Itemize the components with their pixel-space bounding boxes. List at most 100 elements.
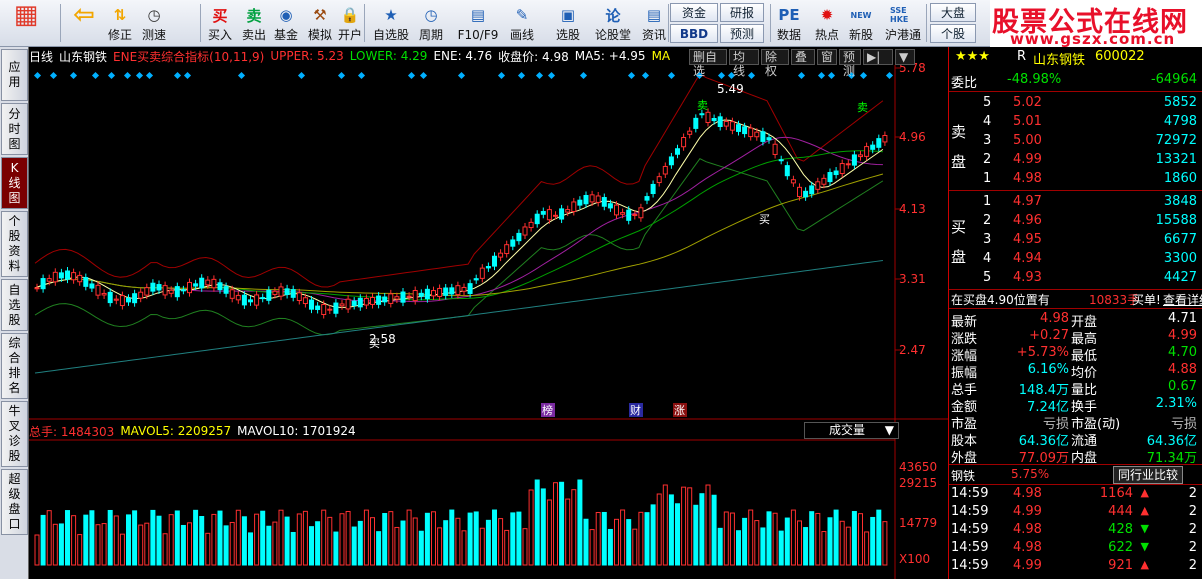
volume-bar bbox=[199, 516, 205, 566]
toolbar-sim-button[interactable]: ⚒ 模拟 bbox=[306, 3, 334, 44]
candle-body bbox=[443, 287, 449, 296]
candle-body bbox=[394, 296, 400, 300]
candle-body bbox=[662, 165, 668, 175]
price-volume-svg[interactable]: 5.784.964.133.312.47436502921514779X1005… bbox=[29, 47, 948, 579]
toolbar-hk-button[interactable]: SSE HKE 沪港通 bbox=[884, 3, 922, 44]
toolbar-news-button[interactable]: ▤ 资讯 bbox=[638, 3, 670, 44]
candle-body bbox=[193, 283, 199, 287]
ask-row[interactable]: 1 4.98 1860 bbox=[949, 170, 1202, 189]
bid-row[interactable]: 5 4.93 4427 bbox=[949, 269, 1202, 288]
toolbar-separator bbox=[770, 4, 771, 42]
tick-price: 4.98 bbox=[1013, 486, 1042, 501]
tick-count: 2 bbox=[1188, 522, 1197, 537]
bid-row[interactable]: 2 4.96 15588 bbox=[949, 212, 1202, 231]
forecast-button[interactable]: 预测 bbox=[720, 24, 764, 43]
kline-chart-panel[interactable]: 日线 山东钢铁 ENE买卖综合指标(10,11,9) UPPER: 5.23 L… bbox=[29, 47, 948, 579]
candle-body bbox=[559, 208, 565, 220]
event-marker-label: 财 bbox=[630, 403, 641, 417]
toolbar-account-button[interactable]: 🔒 开户 bbox=[336, 3, 364, 44]
chart-tool-button-2[interactable]: 除权 bbox=[761, 49, 789, 78]
chart-tool-button-1[interactable]: 均线 bbox=[729, 49, 759, 78]
volume-indicator-select[interactable]: 成交量 ▼ bbox=[804, 422, 899, 439]
candle-body bbox=[601, 197, 607, 207]
side-tab-5[interactable]: 综合排名 bbox=[1, 333, 28, 399]
chart-tool-button-3[interactable]: 叠 bbox=[791, 49, 815, 65]
capital-flow-button[interactable]: 资金 bbox=[670, 3, 718, 22]
toolbar-ipo-button[interactable]: NEW 新股 bbox=[846, 3, 876, 44]
toolbar-back-button[interactable]: ⇦ bbox=[70, 0, 98, 44]
toolbar-button-label: 热点 bbox=[814, 28, 839, 42]
ask-row[interactable]: 4 5.01 4798 bbox=[949, 113, 1202, 132]
volume-bar bbox=[46, 510, 52, 566]
side-tab-1[interactable]: 分时图 bbox=[1, 103, 28, 155]
side-tab-7[interactable]: 超级盘口 bbox=[1, 469, 28, 535]
volume-bar bbox=[821, 531, 827, 566]
bid-row[interactable]: 3 4.95 6677 bbox=[949, 231, 1202, 250]
signal-diamond-icon bbox=[817, 71, 826, 80]
toolbar-fix-button[interactable]: ⇅ 修正 bbox=[104, 3, 136, 44]
candle-body bbox=[180, 289, 186, 292]
toolbar-forum-button[interactable]: 论论股堂 bbox=[594, 3, 632, 44]
toolbar-speed-button[interactable]: ◷ 测速 bbox=[138, 3, 170, 44]
bbd-button[interactable]: BBD bbox=[670, 24, 718, 43]
industry-pct: 5.75% bbox=[1011, 467, 1050, 481]
toolbar-fund-button[interactable]: ◉ 基金 bbox=[272, 3, 300, 44]
bid-row[interactable]: 4 4.94 3300 bbox=[949, 250, 1202, 269]
side-tab-0[interactable]: 应用 bbox=[1, 49, 28, 101]
volume-bar bbox=[742, 517, 748, 566]
industry-compare-button[interactable]: 同行业比较 bbox=[1113, 466, 1184, 484]
candle-body bbox=[516, 232, 522, 242]
toolbar-data-button[interactable]: PE 数据 bbox=[774, 3, 804, 44]
chart-tool-button-6[interactable]: ▶| bbox=[863, 49, 893, 65]
candle-body bbox=[46, 278, 52, 282]
toolbar-separator bbox=[60, 4, 61, 42]
stat-value: +0.27 bbox=[1029, 328, 1069, 343]
volume-bar bbox=[656, 493, 662, 566]
volume-bar bbox=[418, 530, 424, 566]
volume-bar bbox=[748, 509, 754, 566]
side-tab-2[interactable]: K线图 bbox=[1, 157, 28, 209]
quote-header: ★★★ R 山东钢铁 600022 bbox=[949, 48, 1202, 68]
toolbar-select-button[interactable]: ▣ 选股 bbox=[548, 3, 588, 44]
toolbar-f10-button[interactable]: ▤ F10/F9 bbox=[456, 3, 500, 44]
volume-bar bbox=[406, 509, 412, 566]
volume-bar bbox=[357, 520, 363, 566]
volume-bar bbox=[162, 533, 168, 566]
toolbar-period-button[interactable]: ◷ 周期 bbox=[414, 3, 448, 44]
side-tab-3[interactable]: 个股资料 bbox=[1, 211, 28, 277]
candle-body bbox=[589, 194, 595, 203]
market-index-button[interactable]: 大盘 bbox=[930, 3, 976, 22]
candle-body bbox=[492, 255, 497, 267]
candle-body bbox=[614, 204, 619, 216]
signal-diamond-icon bbox=[517, 71, 526, 80]
notice-link[interactable]: 查看详细 bbox=[1163, 291, 1202, 308]
toolbar-draw-button[interactable]: ✎ 画线 bbox=[504, 3, 540, 44]
toolbar-grid-button[interactable]: ▦ bbox=[12, 0, 40, 44]
volume-bar bbox=[644, 512, 650, 566]
ask-row[interactable]: 3 5.00 72972 bbox=[949, 132, 1202, 151]
candle-body bbox=[40, 278, 46, 290]
chart-tool-button-4[interactable]: 窗 bbox=[817, 49, 837, 65]
toolbar-button-label: 数据 bbox=[776, 28, 801, 42]
research-report-button[interactable]: 研报 bbox=[720, 3, 764, 22]
volume-bar bbox=[284, 516, 290, 566]
single-stock-button[interactable]: 个股 bbox=[930, 24, 976, 43]
bid-row[interactable]: 1 4.97 3848 bbox=[949, 193, 1202, 212]
volume-bar bbox=[77, 534, 83, 566]
chart-tool-button-0[interactable]: 删自选 bbox=[689, 49, 727, 78]
ask-row[interactable]: 5 5.02 5852 bbox=[949, 94, 1202, 113]
tick-time: 14:59 bbox=[951, 486, 989, 501]
toolbar-hot-button[interactable]: ✹ 热点 bbox=[812, 3, 842, 44]
toolbar-watchlist-button[interactable]: ★ 自选股 bbox=[372, 3, 410, 44]
volume-bar bbox=[687, 487, 693, 566]
volume-bar bbox=[766, 511, 772, 566]
ask-row[interactable]: 2 4.99 13321 bbox=[949, 151, 1202, 170]
toolbar-buy-button[interactable]: 买买入 bbox=[206, 3, 234, 44]
toolbar-sell-button[interactable]: 卖卖出 bbox=[240, 3, 268, 44]
toolbar-button-label: 论股堂 bbox=[594, 28, 631, 42]
side-tab-4[interactable]: 自选股 bbox=[1, 279, 28, 331]
side-tab-6[interactable]: 牛叉诊股 bbox=[1, 401, 28, 467]
tick-count: 2 bbox=[1188, 558, 1197, 573]
chart-tool-button-5[interactable]: 预测 bbox=[839, 49, 861, 78]
chart-tool-button-7[interactable]: ▼ bbox=[895, 49, 915, 65]
